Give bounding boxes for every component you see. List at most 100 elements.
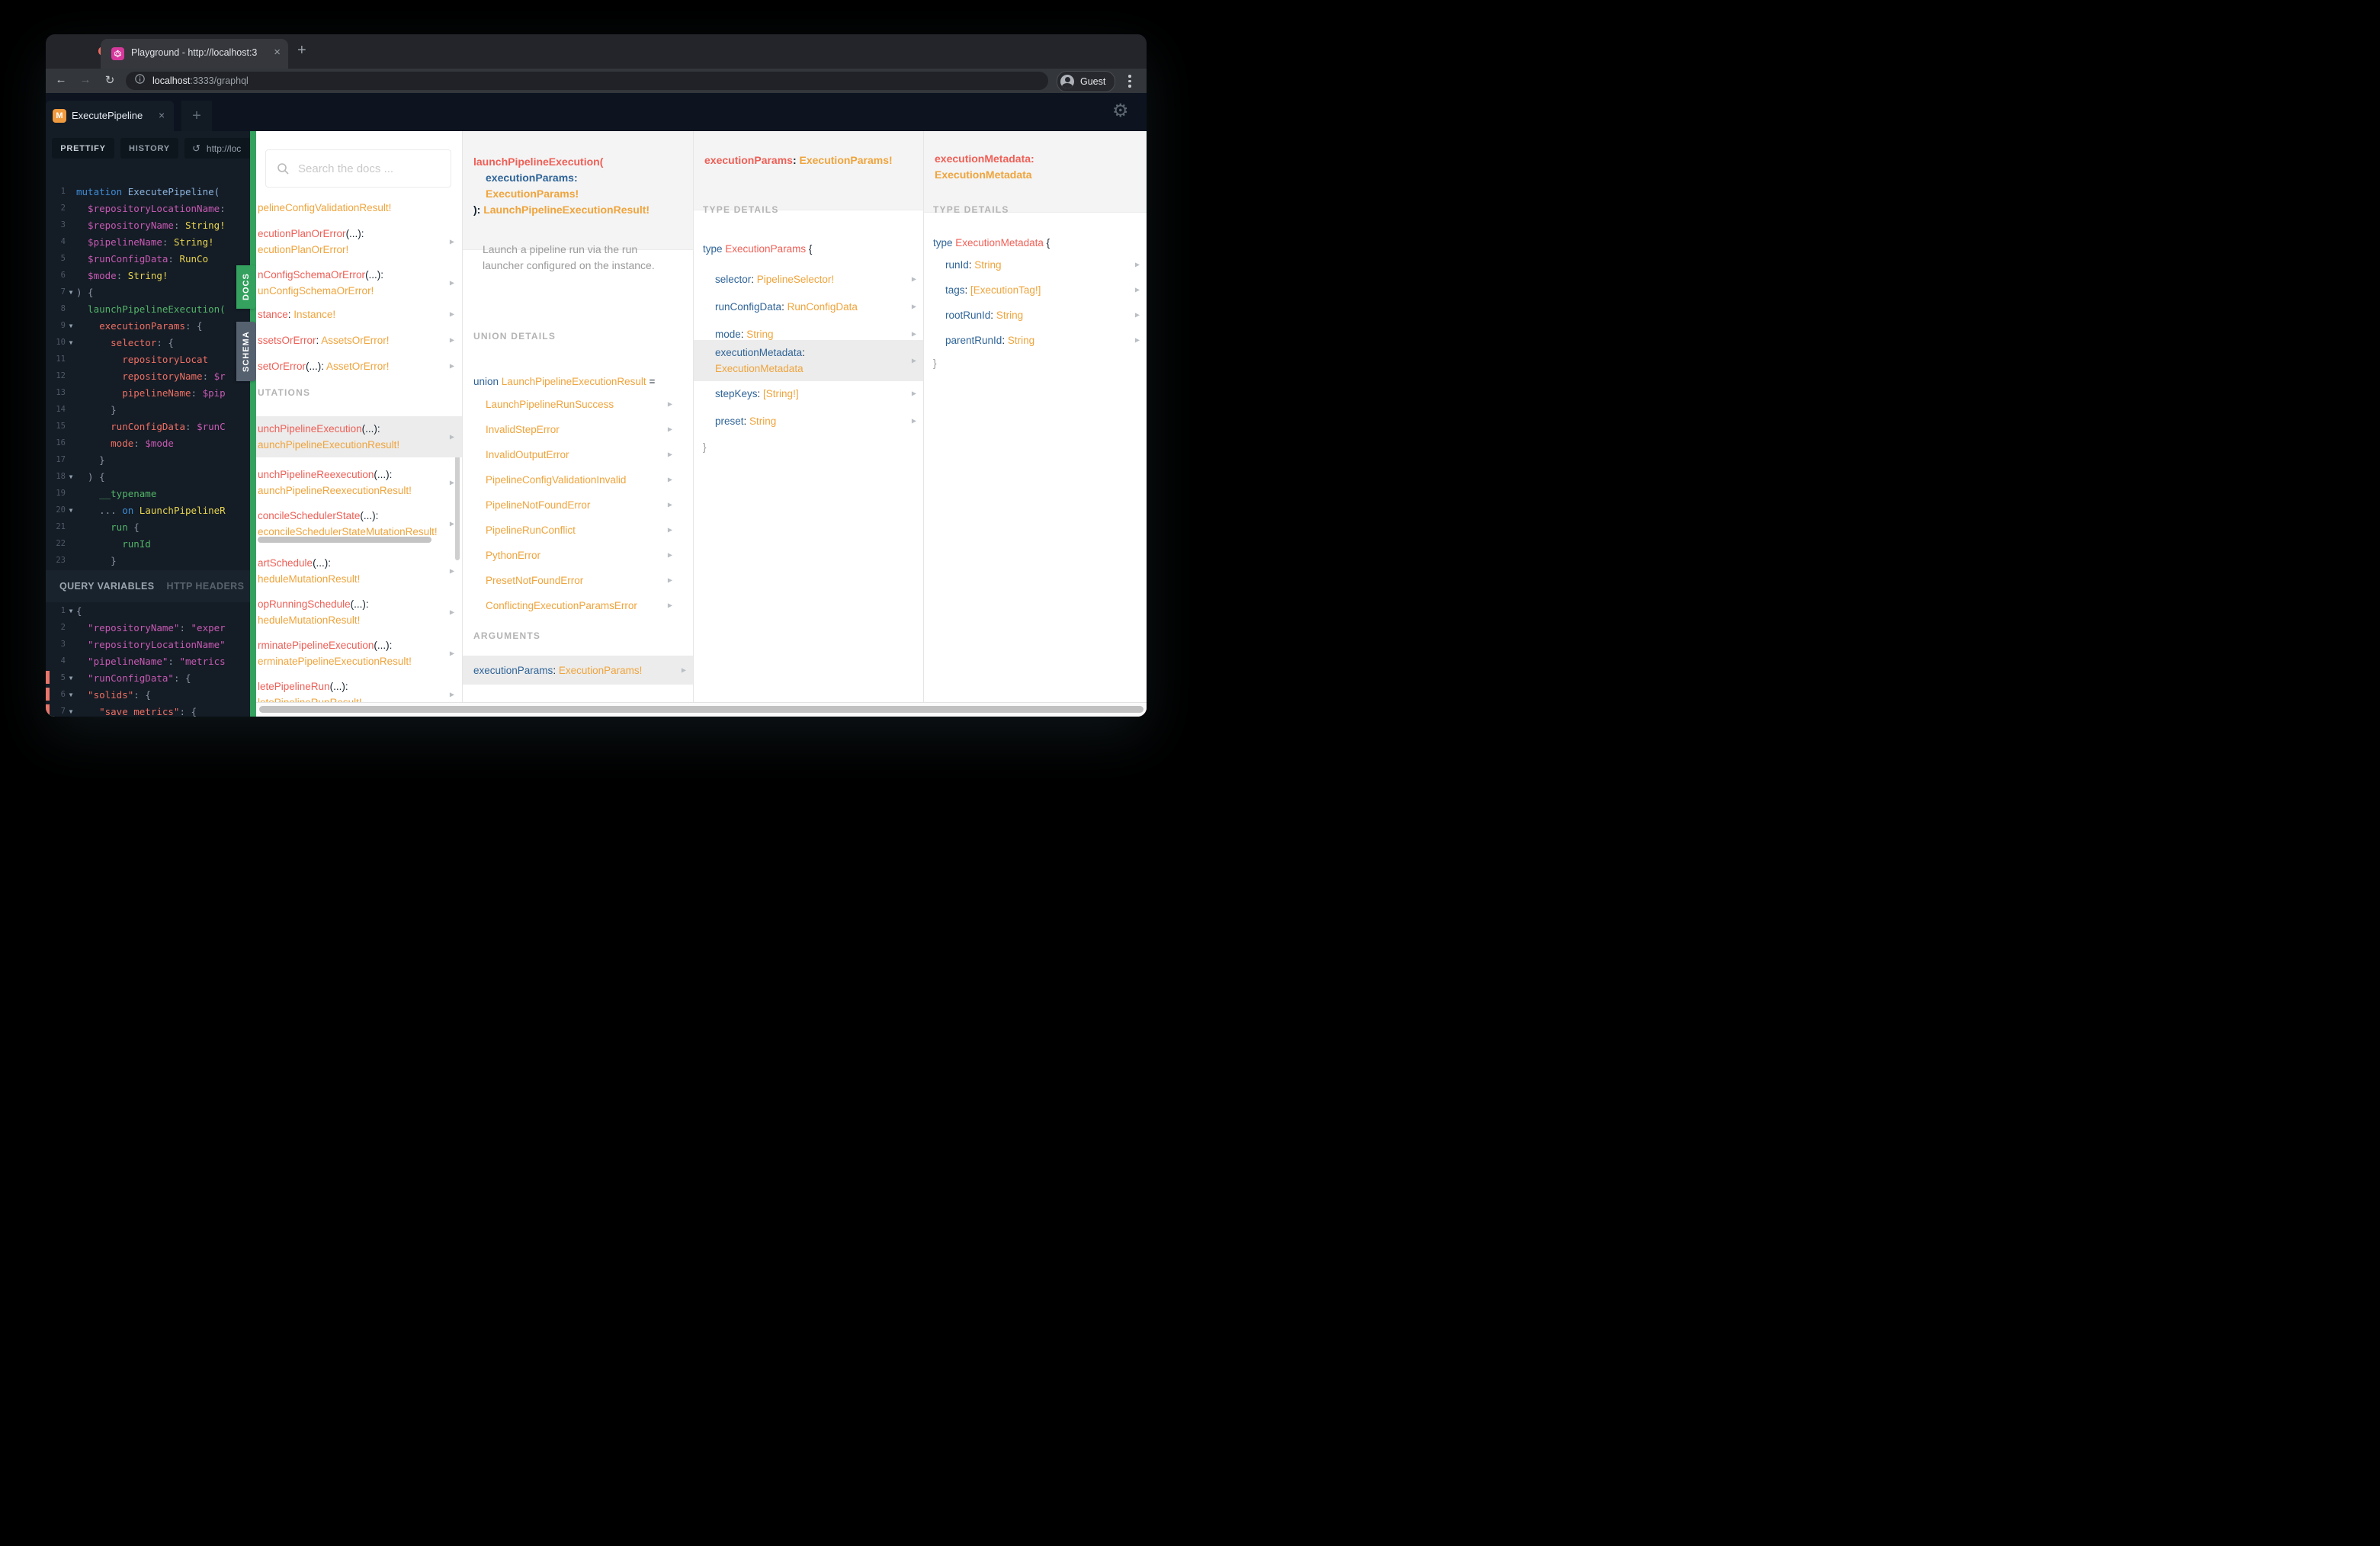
tab-http-headers[interactable]: HTTP HEADERS	[167, 581, 245, 592]
mutation-badge: M	[53, 109, 66, 123]
history-button[interactable]: HISTORY	[120, 138, 178, 159]
query-editor-lines[interactable]: 1 mutation ExecutePipeline(2 $repositoryL…	[46, 183, 250, 569]
doc-field-row[interactable]: selector: PipelineSelector! ▶	[694, 270, 924, 288]
docs-column-root: pelineConfigValidationResult! ecutionPlan…	[256, 131, 462, 703]
forward-icon[interactable]: →	[78, 73, 93, 86]
tab-schema[interactable]: SCHEMA	[236, 322, 256, 381]
docs-explorer: pelineConfigValidationResult! ecutionPlan…	[256, 131, 1147, 717]
site-info-icon[interactable]	[135, 74, 145, 88]
union-member-row[interactable]: PipelineConfigValidationInvalid ▶	[463, 470, 694, 489]
chevron-right-icon: ▶	[667, 476, 672, 483]
browser-tab[interactable]: Playground - http://localhost:3 ×	[101, 39, 288, 69]
browser-window: Playground - http://localhost:3 × + ← → …	[46, 34, 1147, 717]
doc-field-row[interactable]: tags: [ExecutionTag!] ▶	[924, 281, 1147, 299]
type-close-brace: }	[703, 441, 707, 453]
session-tab[interactable]: M ExecutePipeline ×	[46, 101, 174, 131]
browser-menu-icon[interactable]	[1128, 75, 1131, 90]
profile-button[interactable]: Guest	[1057, 71, 1116, 92]
chevron-right-icon: ▶	[449, 567, 454, 575]
session-close-icon[interactable]: ×	[159, 109, 165, 121]
docs-search-box[interactable]	[265, 149, 451, 188]
argument-row[interactable]: executionParams: ExecutionParams! ▶	[463, 656, 694, 685]
doc-field-row[interactable]: runConfigData: RunConfigData ▶	[694, 297, 924, 316]
chevron-right-icon: ▶	[911, 330, 916, 338]
editor-line: 23 }	[56, 554, 117, 566]
docs-column-field: launchPipelineExecution(executionParams:…	[462, 131, 694, 703]
inner-horizontal-scrollbar[interactable]	[258, 537, 431, 543]
tab-close-icon[interactable]: ×	[274, 46, 281, 59]
doc-field-row[interactable]: unchPipelineExecution(...): aunchPipeline…	[256, 416, 462, 457]
chevron-right-icon: ▶	[449, 279, 454, 287]
url-field[interactable]: localhost:3333/graphql	[126, 72, 1048, 90]
tab-docs[interactable]: DOCS	[236, 265, 256, 309]
doc-field-row[interactable]: opRunningSchedule(...): heduleMutationRes…	[256, 592, 462, 633]
chevron-right-icon: ▶	[667, 425, 672, 433]
doc-field-row[interactable]: artSchedule(...): heduleMutationResult! ▶	[256, 550, 462, 592]
settings-gear-icon[interactable]: ⚙	[1112, 100, 1129, 121]
doc-field-row[interactable]: letePipelineRun(...): letePipelineRunResu…	[256, 674, 462, 703]
union-member-row[interactable]: ConflictingExecutionParamsError ▶	[463, 596, 694, 614]
doc-field-row[interactable]: rootRunId: String ▶	[924, 306, 1147, 324]
editor-line: 18 ▼ ) {	[56, 470, 105, 483]
reload-icon[interactable]: ↻	[102, 73, 117, 87]
search-input[interactable]	[297, 161, 451, 176]
doc-field-row[interactable]: ssetsOrError: AssetsOrError! ▶	[256, 331, 462, 349]
chevron-right-icon: ▶	[449, 520, 454, 528]
fold-arrow-icon: ▼	[69, 338, 73, 346]
variables-editor-lines[interactable]: 1 ▼{2 "repositoryName": "exper 3 "reposito…	[46, 602, 250, 717]
editor-line: 5 ▼ "runConfigData": {	[46, 669, 250, 686]
editor-line: 15 runConfigData: $runC	[56, 420, 226, 432]
union-member-row[interactable]: InvalidOutputError ▶	[463, 445, 694, 463]
chevron-right-icon: ▶	[449, 310, 454, 318]
doc-field-row[interactable]: stance: Instance! ▶	[256, 305, 462, 323]
new-tab-icon[interactable]: +	[297, 43, 306, 58]
doc-field-row[interactable]: ecutionPlanOrError(...): ecutionPlanOrErr…	[256, 221, 462, 262]
doc-field-row[interactable]: stepKeys: [String!] ▶	[694, 384, 924, 403]
fold-arrow-icon: ▼	[69, 691, 73, 698]
doc-header-block: executionParams: ExecutionParams!	[694, 131, 924, 210]
add-session-icon[interactable]: +	[181, 101, 212, 131]
chevron-right-icon: ▶	[667, 601, 672, 609]
doc-field-row[interactable]: preset: String ▶	[694, 412, 924, 430]
editor-line: 6 $mode: String!	[60, 269, 168, 281]
doc-field-row[interactable]: nConfigSchemaOrError(...): unConfigSchema…	[256, 262, 462, 303]
union-member-row[interactable]: PipelineRunConflict ▶	[463, 521, 694, 539]
doc-field-row[interactable]: pelineConfigValidationResult!	[256, 198, 462, 217]
docs-resize-strip[interactable]	[250, 131, 256, 717]
union-member-row[interactable]: PythonError ▶	[463, 546, 694, 564]
docs-horizontal-scrollbar[interactable]	[256, 702, 1147, 717]
profile-label: Guest	[1080, 76, 1106, 87]
editor-line: 1 ▼{	[60, 605, 82, 617]
editor-line: 4 $pipelineName: String!	[60, 236, 214, 248]
chevron-right-icon: ▶	[449, 650, 454, 657]
fold-arrow-icon: ▼	[69, 288, 73, 296]
doc-field-row[interactable]: parentRunId: String ▶	[924, 331, 1147, 349]
chevron-right-icon: ▶	[911, 275, 916, 283]
prettify-button[interactable]: PRETTIFY	[52, 138, 114, 159]
variables-tab-bar: QUERY VARIABLES HTTP HEADERS	[46, 570, 250, 602]
editor-line: 1 mutation ExecutePipeline(	[60, 185, 220, 197]
error-marker	[46, 704, 50, 717]
union-member-row[interactable]: LaunchPipelineRunSuccess ▶	[463, 395, 694, 413]
editor-line: 13 pipelineName: $pip	[56, 386, 226, 399]
doc-field-row[interactable]: unchPipelineReexecution(...): aunchPipeli…	[256, 462, 462, 503]
doc-field-row[interactable]: runId: String ▶	[924, 255, 1147, 274]
query-editor-pane[interactable]: PRETTIFY HISTORY ↺ http://loc 1 mutation …	[46, 131, 250, 717]
tab-query-variables[interactable]: QUERY VARIABLES	[59, 581, 155, 592]
chevron-right-icon: ▶	[449, 362, 454, 370]
graphql-favicon-icon	[111, 47, 124, 60]
editor-line: 16 mode: $mode	[56, 437, 174, 449]
editor-line: 17 }	[56, 454, 105, 466]
doc-field-row[interactable]: setOrError(...): AssetOrError! ▶	[256, 357, 462, 375]
back-icon[interactable]: ←	[53, 73, 69, 86]
section-header: UTATIONS	[258, 387, 311, 398]
doc-field-row[interactable]: rminatePipelineExecution(...): erminatePi…	[256, 633, 462, 674]
union-member-row[interactable]: PresetNotFoundError ▶	[463, 571, 694, 589]
union-member-row[interactable]: PipelineNotFoundError ▶	[463, 496, 694, 514]
fold-arrow-icon: ▼	[69, 607, 73, 614]
endpoint-url-box[interactable]: ↺ http://loc	[184, 138, 250, 159]
doc-header-block: executionMetadata: ExecutionMetadata	[924, 131, 1147, 213]
doc-field-row[interactable]: executionMetadata: ExecutionMetadata ▶	[694, 340, 924, 381]
union-member-row[interactable]: InvalidStepError ▶	[463, 420, 694, 438]
doc-header-block: launchPipelineExecution(executionParams:…	[463, 131, 694, 250]
